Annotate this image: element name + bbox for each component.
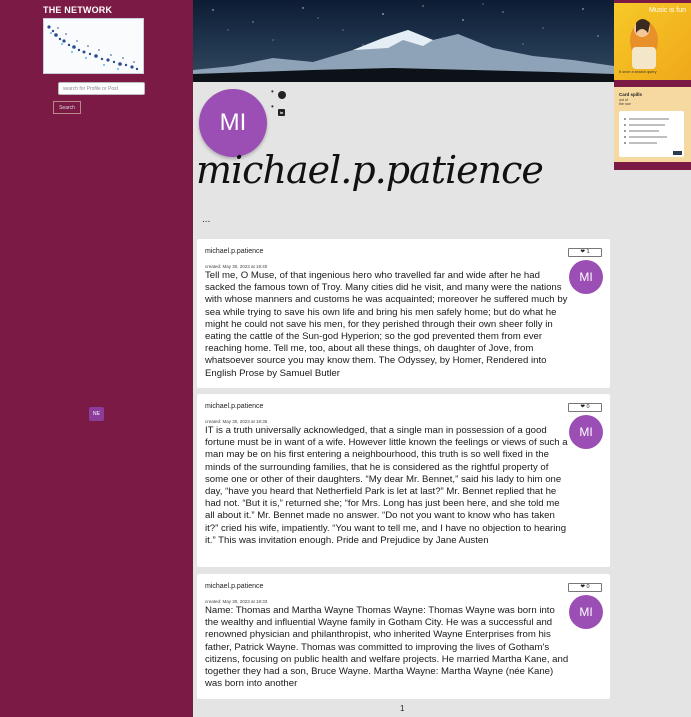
like-button[interactable]: ❤ 0	[568, 583, 602, 592]
ad-music-title: Music is fun	[649, 7, 686, 14]
post-card: michael.p.patience created: May 30, 2023…	[197, 239, 610, 388]
profile-username: michael.p.patience	[196, 148, 544, 192]
ad-card-title: Card spills	[619, 92, 643, 97]
ad-music[interactable]: Music is fun It once a search query	[614, 3, 691, 80]
like-button[interactable]: ❤ 0	[568, 403, 602, 412]
ad-card-subtitle: out of the row	[619, 98, 630, 106]
post-card: michael.p.patience created: May 30, 2023…	[197, 394, 610, 567]
search-button[interactable]: Search	[53, 101, 81, 114]
linkedin-icon[interactable]: in	[278, 109, 285, 116]
brand-title[interactable]: THE NETWORK	[43, 5, 112, 15]
ad-music-subtitle: It once a search query	[619, 70, 657, 74]
pagination-page[interactable]: 1	[400, 704, 404, 713]
post-card: michael.p.patience created: May 30, 2023…	[197, 574, 610, 699]
profile-avatar: MI	[199, 89, 267, 157]
social-links: in	[271, 86, 286, 116]
ad-card-preview	[619, 111, 684, 157]
ad-card-subtitle-line2: the row	[619, 102, 631, 106]
post-avatar[interactable]: MI	[569, 415, 603, 449]
post-date: created: May 30, 2023 at 19:36	[205, 419, 268, 424]
profile-banner	[193, 0, 614, 82]
post-author[interactable]: michael.p.patience	[205, 403, 263, 410]
post-avatar[interactable]: MI	[569, 595, 603, 629]
social-link-linkedin[interactable]: in	[271, 101, 286, 116]
post-body: Name: Thomas and Martha Wayne Thomas Way…	[205, 605, 569, 690]
post-author[interactable]: michael.p.patience	[205, 248, 263, 255]
post-author[interactable]: michael.p.patience	[205, 583, 263, 590]
like-button[interactable]: ❤ 1	[568, 248, 602, 257]
github-icon[interactable]	[278, 91, 286, 99]
search-input[interactable]	[58, 82, 145, 95]
post-date: created: May 30, 2023 at 19:33	[205, 599, 268, 604]
user-badge[interactable]: NE	[89, 407, 104, 421]
ad-card-spills[interactable]: Card spills out of the row	[614, 87, 691, 162]
post-body: Tell me, O Muse, of that ingenious hero …	[205, 270, 568, 379]
post-body: IT is a truth universally acknowledged, …	[205, 425, 568, 546]
social-link-github[interactable]	[271, 86, 286, 101]
sidebar: THE NETWORK Search NE	[0, 0, 193, 717]
post-avatar[interactable]: MI	[569, 260, 603, 294]
profile-bio: ...	[202, 214, 211, 225]
post-date: created: May 30, 2023 at 19:40	[205, 264, 268, 269]
network-logo	[43, 18, 144, 74]
